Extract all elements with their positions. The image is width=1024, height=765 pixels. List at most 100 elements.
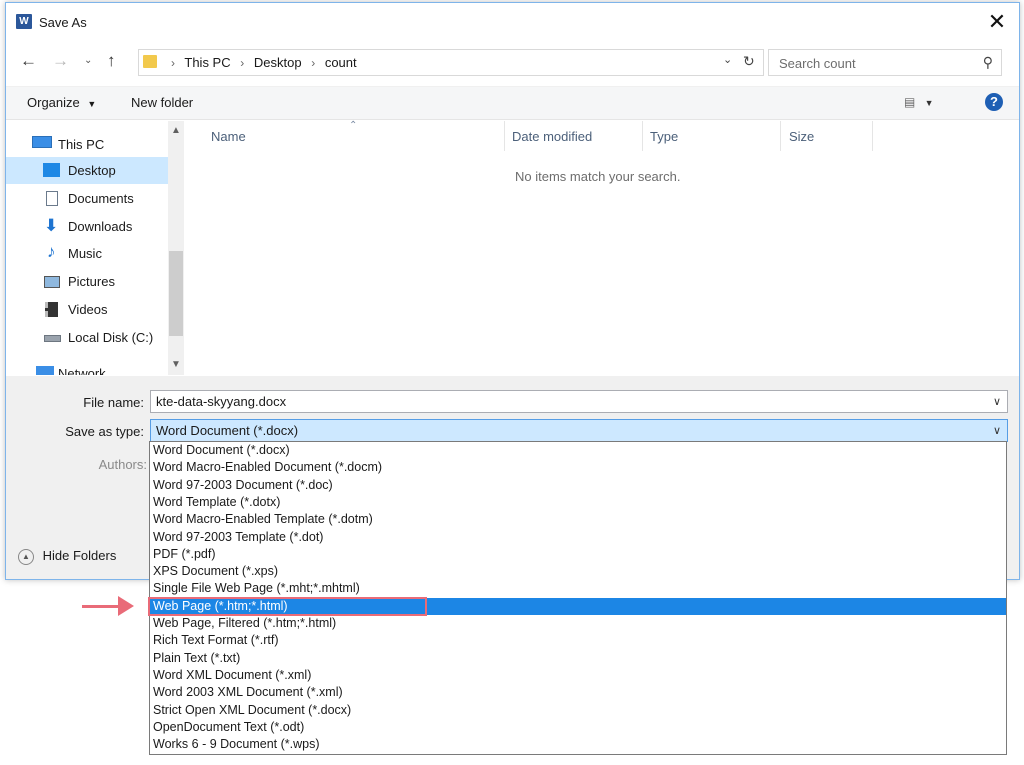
documents-icon — [46, 191, 58, 206]
search-icon: ⚲ — [982, 54, 993, 70]
column-header-name[interactable]: Name — [211, 129, 246, 144]
file-name-label: File name: — [83, 395, 144, 410]
download-arrow-icon: ⬇ — [44, 216, 59, 235]
scrollbar-thumb[interactable] — [169, 251, 183, 336]
breadcrumb-separator-icon: › — [240, 56, 245, 70]
dropdown-option[interactable]: Single File Web Page (*.mht;*.mhtml) — [150, 580, 1006, 597]
address-bar[interactable]: › This PC › Desktop › count ⌄ ↻ — [138, 49, 764, 76]
file-name-input[interactable]: kte-data-skyyang.docx ∨ — [150, 390, 1008, 413]
file-name-value: kte-data-skyyang.docx — [156, 394, 287, 409]
file-list: ⌃ Name Date modified Type Size No items … — [186, 120, 1019, 375]
dropdown-option[interactable]: Word Document (*.docx) — [150, 442, 1006, 459]
organize-label: Organize — [27, 95, 80, 110]
chevron-down-icon[interactable]: ∨ — [993, 395, 1001, 408]
dropdown-option[interactable]: OpenDocument Text (*.odt) — [150, 719, 1006, 736]
column-divider[interactable] — [504, 121, 505, 151]
breadcrumb-count[interactable]: count — [325, 55, 357, 70]
dropdown-option[interactable]: PDF (*.pdf) — [150, 546, 1006, 563]
sidebar-item-documents[interactable]: Documents — [6, 185, 168, 212]
pictures-icon — [44, 276, 60, 288]
film-icon — [45, 302, 58, 317]
sidebar-item-label: Videos — [68, 302, 108, 317]
column-header-date-modified[interactable]: Date modified — [512, 129, 592, 144]
dropdown-option[interactable]: Plain Text (*.txt) — [150, 650, 1006, 667]
chevron-down-icon[interactable]: ∨ — [993, 424, 1001, 437]
save-as-type-select[interactable]: Word Document (*.docx) ∨ — [150, 419, 1008, 442]
annotation-arrow — [82, 605, 122, 608]
music-note-icon: ♪ — [47, 242, 56, 261]
new-folder-button[interactable]: New folder — [131, 95, 193, 110]
sidebar-scrollbar[interactable] — [168, 121, 184, 375]
sidebar-item-local-disk[interactable]: Local Disk (C:) — [6, 324, 168, 351]
breadcrumb: › This PC › Desktop › count — [165, 55, 357, 70]
save-as-type-value: Word Document (*.docx) — [156, 423, 299, 438]
help-icon[interactable]: ? — [985, 93, 1003, 111]
column-header-type[interactable]: Type — [650, 129, 678, 144]
network-icon — [36, 366, 54, 375]
sidebar-item-desktop[interactable]: Desktop — [6, 157, 168, 184]
dropdown-option[interactable]: Word Macro-Enabled Document (*.docm) — [150, 459, 1006, 476]
scroll-down-icon[interactable]: ▼ — [168, 359, 184, 370]
word-app-icon: W — [16, 14, 32, 29]
sidebar-item-label: Downloads — [68, 219, 133, 234]
recent-locations-chevron-icon[interactable]: ⌄ — [84, 50, 92, 72]
dropdown-option[interactable]: Works 6 - 9 Document (*.wps) — [150, 736, 1006, 753]
sidebar-item-label: Desktop — [68, 163, 116, 178]
forward-arrow-icon[interactable]: → — [52, 50, 69, 72]
scroll-up-icon[interactable]: ▲ — [168, 125, 184, 136]
annotation-highlight-box — [148, 597, 427, 616]
sidebar-item-pictures[interactable]: Pictures — [6, 268, 168, 295]
sidebar-item-videos[interactable]: Videos — [6, 296, 168, 323]
chevron-down-icon: ▼ — [87, 99, 97, 109]
close-button[interactable]: ✕ — [983, 9, 1011, 35]
back-arrow-icon[interactable]: ← — [20, 50, 37, 72]
organize-button[interactable]: Organize ▼ — [27, 95, 96, 110]
sidebar-item-label: This PC — [58, 137, 105, 152]
navigation-bar: ← → ⌄ ↑ › This PC › Desktop › count ⌄ ↻ … — [6, 47, 1019, 77]
sidebar-item-label: Network — [58, 366, 106, 375]
dropdown-option[interactable]: Word XML Document (*.xml) — [150, 667, 1006, 684]
search-input[interactable]: Search count ⚲ — [768, 49, 1002, 76]
dropdown-option[interactable]: Web Page, Filtered (*.htm;*.html) — [150, 615, 1006, 632]
annotation-arrow-head — [118, 596, 134, 616]
sidebar-item-music[interactable]: ♪ Music — [6, 240, 168, 267]
dropdown-option[interactable]: Word 97-2003 Template (*.dot) — [150, 529, 1006, 546]
sidebar-item-this-pc[interactable]: This PC — [6, 128, 168, 155]
title-bar: W Save As ✕ — [6, 3, 1019, 43]
breadcrumb-separator-icon: › — [171, 56, 175, 70]
column-divider[interactable] — [872, 121, 873, 151]
sidebar-item-downloads[interactable]: ⬇ Downloads — [6, 213, 168, 240]
dropdown-option[interactable]: Strict Open XML Document (*.docx) — [150, 702, 1006, 719]
view-options-icon[interactable]: ▤ ▼ — [904, 95, 934, 109]
column-header-size[interactable]: Size — [789, 129, 814, 144]
breadcrumb-this-pc[interactable]: This PC — [184, 55, 230, 70]
column-divider[interactable] — [642, 121, 643, 151]
save-as-type-label: Save as type: — [65, 424, 144, 439]
disk-drive-icon — [44, 335, 61, 342]
sidebar-item-label: Music — [68, 246, 102, 261]
up-arrow-icon[interactable]: ↑ — [107, 50, 116, 72]
address-dropdown-icon[interactable]: ⌄ — [723, 53, 732, 66]
breadcrumb-separator-icon: › — [311, 56, 316, 70]
sidebar-item-network[interactable]: Network — [6, 359, 168, 375]
hide-folders-label: Hide Folders — [42, 548, 117, 563]
sidebar-item-label: Local Disk (C:) — [68, 330, 154, 345]
empty-message: No items match your search. — [515, 169, 681, 184]
folder-icon — [143, 55, 157, 68]
dropdown-option[interactable]: Rich Text Format (*.rtf) — [150, 632, 1006, 649]
dropdown-option[interactable]: XPS Document (*.xps) — [150, 563, 1006, 580]
sidebar-item-label: Documents — [68, 191, 134, 206]
collapse-up-icon: ▲ — [18, 548, 34, 565]
dropdown-option[interactable]: Word 2003 XML Document (*.xml) — [150, 684, 1006, 701]
breadcrumb-desktop[interactable]: Desktop — [254, 55, 302, 70]
hide-folders-button[interactable]: ▲ Hide Folders — [18, 548, 116, 565]
dropdown-option[interactable]: Word 97-2003 Document (*.doc) — [150, 477, 1006, 494]
column-divider[interactable] — [780, 121, 781, 151]
search-placeholder: Search count — [779, 56, 856, 71]
computer-icon — [32, 136, 52, 148]
dropdown-option[interactable]: Word Template (*.dotx) — [150, 494, 1006, 511]
navigation-pane: This PC Desktop Documents ⬇ Downloads ♪ … — [6, 121, 184, 375]
desktop-icon — [43, 163, 60, 177]
dropdown-option[interactable]: Word Macro-Enabled Template (*.dotm) — [150, 511, 1006, 528]
refresh-icon[interactable]: ↻ — [743, 53, 755, 70]
